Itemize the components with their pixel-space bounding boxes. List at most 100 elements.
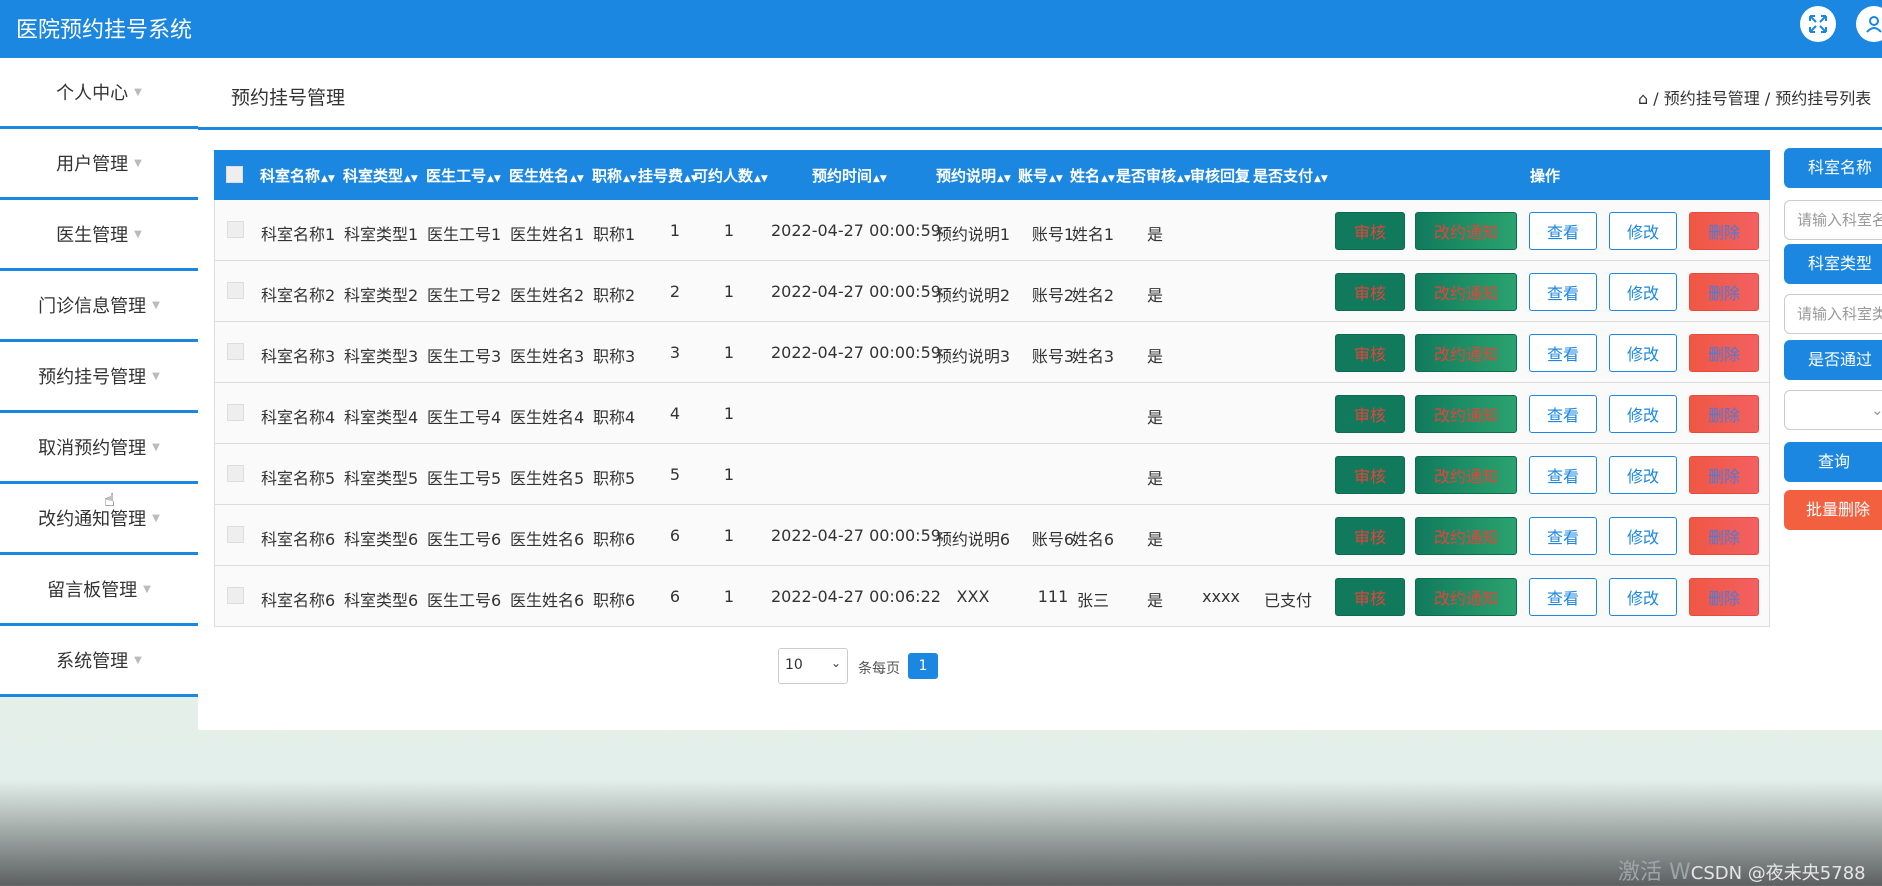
audit-button[interactable]: 审核 bbox=[1335, 273, 1405, 311]
cell-fee: 6 bbox=[669, 526, 681, 545]
dept-filter-input[interactable]: 请输入科室名称 bbox=[1784, 200, 1882, 240]
home-icon[interactable]: ⌂ bbox=[1638, 89, 1648, 108]
delete-button[interactable]: 删除 bbox=[1689, 395, 1759, 433]
page-number-current[interactable]: 1 bbox=[908, 653, 938, 679]
sidebar-item-doctors[interactable]: 医生管理 ▼ bbox=[0, 200, 198, 271]
view-button[interactable]: 查看 bbox=[1529, 395, 1597, 433]
sidebar-item-reschedule-notices[interactable]: 改约通知管理 ▼ bbox=[0, 484, 198, 555]
delete-button[interactable]: 删除 bbox=[1689, 212, 1759, 250]
sidebar-item-system[interactable]: 系统管理 ▼ bbox=[0, 626, 198, 697]
edit-button[interactable]: 修改 bbox=[1609, 212, 1677, 250]
sidebar-item-users[interactable]: 用户管理 ▼ bbox=[0, 129, 198, 200]
col-header-note[interactable]: 预约说明▲▼ bbox=[936, 165, 1011, 186]
user-icon[interactable] bbox=[1856, 6, 1882, 42]
view-button[interactable]: 查看 bbox=[1529, 273, 1597, 311]
edit-button[interactable]: 修改 bbox=[1609, 456, 1677, 494]
page-size-select[interactable]: 10 ⌄ bbox=[778, 648, 848, 684]
col-header-time[interactable]: 预约时间▲▼ bbox=[812, 165, 887, 186]
caret-down-icon: ▼ bbox=[134, 654, 142, 666]
view-button[interactable]: 查看 bbox=[1529, 517, 1597, 555]
cell-dept: 科室名称3 bbox=[261, 347, 336, 366]
approved-filter-select[interactable]: ⌄ bbox=[1784, 390, 1882, 430]
view-button[interactable]: 查看 bbox=[1529, 334, 1597, 372]
select-all-checkbox[interactable] bbox=[226, 166, 243, 183]
cell-fee: 3 bbox=[669, 343, 681, 362]
breadcrumb-path[interactable]: / 预约挂号管理 / 预约挂号列表 bbox=[1653, 89, 1871, 108]
col-header-title[interactable]: 职称▲▼ bbox=[592, 165, 637, 186]
cell-note: 预约说明1 bbox=[935, 225, 1011, 244]
watermark: 激活 WCSDN @夜未央5788 bbox=[1618, 860, 1866, 885]
audit-button[interactable]: 审核 bbox=[1335, 517, 1405, 555]
sidebar-item-label: 用户管理 bbox=[56, 154, 129, 175]
cell-account: 账号1 bbox=[1031, 225, 1075, 244]
row-checkbox[interactable] bbox=[227, 465, 244, 482]
sidebar-item-personal-center[interactable]: 个人中心 ▼ bbox=[0, 58, 198, 129]
row-checkbox[interactable] bbox=[227, 526, 244, 543]
cell-type: 科室类型5 bbox=[344, 469, 419, 488]
delete-button[interactable]: 删除 bbox=[1689, 334, 1759, 372]
sidebar-item-appointments[interactable]: 预约挂号管理 ▼ bbox=[0, 342, 198, 413]
batch-delete-button[interactable]: 批量删除 bbox=[1784, 490, 1882, 530]
caret-down-icon: ▼ bbox=[134, 86, 142, 98]
fullscreen-icon[interactable] bbox=[1800, 6, 1836, 42]
sidebar-item-cancellations[interactable]: 取消预约管理 ▼ bbox=[0, 413, 198, 484]
row-checkbox[interactable] bbox=[227, 221, 244, 238]
cell-docname: 医生姓名5 bbox=[510, 469, 585, 488]
cell-fee: 1 bbox=[669, 221, 681, 240]
audit-button[interactable]: 审核 bbox=[1335, 456, 1405, 494]
cell-dept: 科室名称2 bbox=[261, 286, 336, 305]
col-header-name[interactable]: 姓名▲▼ bbox=[1070, 165, 1115, 186]
col-header-quota[interactable]: 可约人数▲▼ bbox=[693, 165, 768, 186]
edit-button[interactable]: 修改 bbox=[1609, 334, 1677, 372]
query-button[interactable]: 查询 bbox=[1784, 442, 1882, 482]
reschedule-notice-button[interactable]: 改约通知 bbox=[1415, 456, 1517, 494]
col-header-dept[interactable]: 科室名称▲▼ bbox=[260, 165, 335, 186]
delete-button[interactable]: 删除 bbox=[1689, 273, 1759, 311]
reschedule-notice-button[interactable]: 改约通知 bbox=[1415, 212, 1517, 250]
col-header-paid[interactable]: 是否支付▲▼ bbox=[1253, 165, 1328, 186]
view-button[interactable]: 查看 bbox=[1529, 456, 1597, 494]
col-header-docno[interactable]: 医生工号▲▼ bbox=[426, 165, 501, 186]
col-header-type[interactable]: 科室类型▲▼ bbox=[343, 165, 418, 186]
sidebar-item-message-board[interactable]: 留言板管理 ▼ bbox=[0, 555, 198, 626]
row-checkbox[interactable] bbox=[227, 282, 244, 299]
sidebar-item-clinic-info[interactable]: 门诊信息管理 ▼ bbox=[0, 271, 198, 342]
reschedule-notice-button[interactable]: 改约通知 bbox=[1415, 395, 1517, 433]
hand-cursor-icon: ☝ bbox=[104, 490, 115, 511]
cell-docno: 医生工号5 bbox=[427, 469, 502, 488]
col-header-audit[interactable]: 是否审核▲▼ bbox=[1116, 165, 1191, 186]
cell-dept: 科室名称6 bbox=[261, 530, 336, 549]
audit-button[interactable]: 审核 bbox=[1335, 578, 1405, 616]
main-content: 预约挂号管理 ⌂ / 预约挂号管理 / 预约挂号列表 科室名称▲▼ 科室类型▲▼… bbox=[198, 58, 1882, 730]
row-checkbox[interactable] bbox=[227, 343, 244, 360]
type-filter-input[interactable]: 请输入科室类型 bbox=[1784, 294, 1882, 334]
view-button[interactable]: 查看 bbox=[1529, 212, 1597, 250]
reschedule-notice-button[interactable]: 改约通知 bbox=[1415, 517, 1517, 555]
row-checkbox[interactable] bbox=[227, 587, 244, 604]
cell-title: 职称6 bbox=[593, 591, 636, 610]
view-button[interactable]: 查看 bbox=[1529, 578, 1597, 616]
audit-button[interactable]: 审核 bbox=[1335, 212, 1405, 250]
cell-docname: 医生姓名6 bbox=[510, 530, 585, 549]
caret-down-icon: ▼ bbox=[152, 512, 160, 524]
reschedule-notice-button[interactable]: 改约通知 bbox=[1415, 273, 1517, 311]
col-header-fee[interactable]: 挂号费▲▼ bbox=[638, 165, 698, 186]
edit-button[interactable]: 修改 bbox=[1609, 395, 1677, 433]
delete-button[interactable]: 删除 bbox=[1689, 456, 1759, 494]
cell-quota: 1 bbox=[723, 221, 735, 240]
reschedule-notice-button[interactable]: 改约通知 bbox=[1415, 578, 1517, 616]
delete-button[interactable]: 删除 bbox=[1689, 517, 1759, 555]
table-row: 科室名称6 科室类型6 医生工号6 医生姓名6 职称6 6 1 2022-04-27 00:0… bbox=[214, 566, 1770, 627]
edit-button[interactable]: 修改 bbox=[1609, 517, 1677, 555]
row-checkbox[interactable] bbox=[227, 404, 244, 421]
cell-dept: 科室名称6 bbox=[261, 591, 336, 610]
audit-button[interactable]: 审核 bbox=[1335, 334, 1405, 372]
reschedule-notice-button[interactable]: 改约通知 bbox=[1415, 334, 1517, 372]
col-header-account[interactable]: 账号▲▼ bbox=[1018, 165, 1063, 186]
col-header-docname[interactable]: 医生姓名▲▼ bbox=[509, 165, 584, 186]
edit-button[interactable]: 修改 bbox=[1609, 578, 1677, 616]
audit-button[interactable]: 审核 bbox=[1335, 395, 1405, 433]
edit-button[interactable]: 修改 bbox=[1609, 273, 1677, 311]
delete-button[interactable]: 删除 bbox=[1689, 578, 1759, 616]
col-header-actions: 操作 bbox=[1530, 167, 1561, 185]
